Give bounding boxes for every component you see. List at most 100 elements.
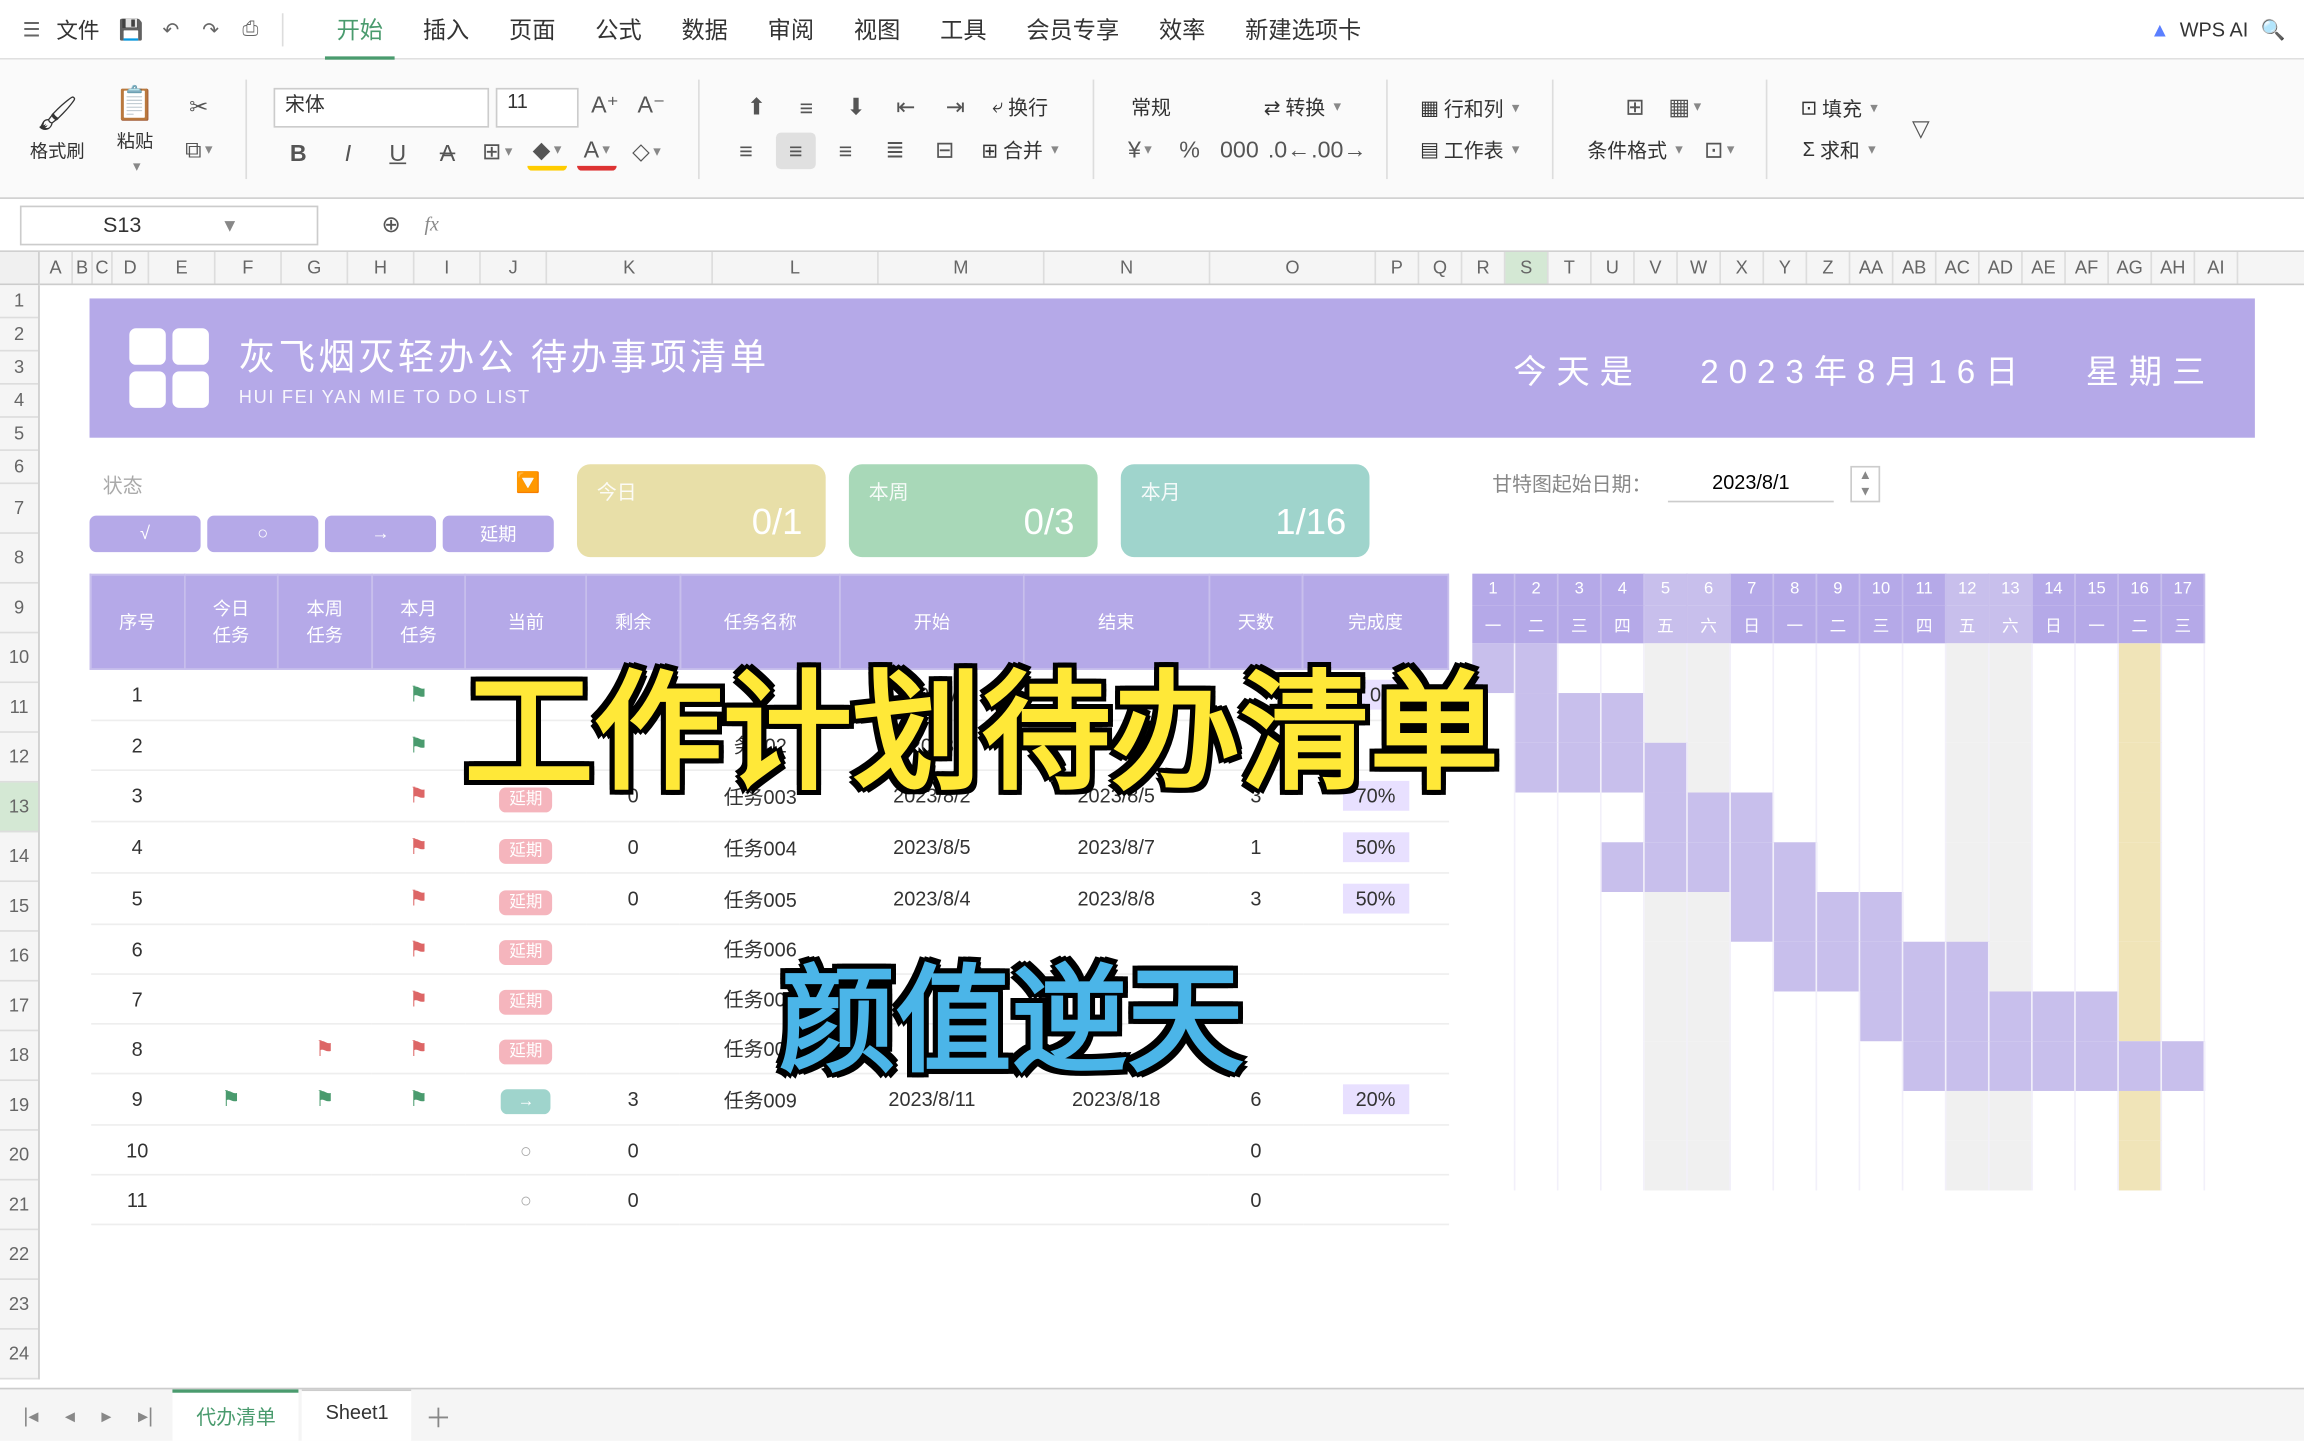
col-header[interactable]: S (1505, 252, 1548, 284)
row-header[interactable]: 11 (0, 683, 38, 733)
table-style-icon[interactable]: ⊞ (1615, 89, 1655, 125)
row-header[interactable]: 2 (0, 318, 38, 351)
row-header[interactable]: 17 (0, 982, 38, 1032)
col-header[interactable]: B (73, 252, 93, 284)
filter-icon[interactable]: ▽ (1901, 110, 1941, 146)
formula-input[interactable] (452, 212, 1447, 237)
row-header[interactable]: 4 (0, 385, 38, 418)
tab-页面[interactable]: 页面 (489, 0, 575, 59)
row-header[interactable]: 20 (0, 1131, 38, 1181)
tab-数据[interactable]: 数据 (662, 0, 748, 59)
justify-icon[interactable]: ≣ (875, 132, 915, 168)
row-header[interactable]: 1 (0, 285, 38, 318)
filter-icon[interactable]: 🔽 (516, 471, 541, 499)
col-header[interactable]: F (216, 252, 282, 284)
font-size-select[interactable]: 11 (496, 87, 579, 127)
tab-开始[interactable]: 开始 (317, 0, 403, 59)
tab-公式[interactable]: 公式 (575, 0, 661, 59)
format-icon[interactable]: ⊡ (1699, 132, 1739, 168)
col-header[interactable]: R (1462, 252, 1505, 284)
tab-审阅[interactable]: 审阅 (748, 0, 834, 59)
col-header[interactable]: AD (1980, 252, 2023, 284)
select-all-corner[interactable] (0, 252, 40, 285)
row-header[interactable]: 9 (0, 584, 38, 634)
col-header[interactable]: N (1045, 252, 1211, 284)
row-header[interactable]: 8 (0, 534, 38, 584)
align-bottom-icon[interactable]: ⬇ (836, 89, 876, 125)
col-header[interactable]: AC (1937, 252, 1980, 284)
sheet-nav-last[interactable]: ▸| (131, 1403, 159, 1426)
search-icon[interactable]: 🔍 (2258, 14, 2288, 44)
row-header[interactable]: 7 (0, 484, 38, 534)
col-header[interactable]: U (1592, 252, 1635, 284)
row-header[interactable]: 14 (0, 832, 38, 882)
indent-dec-icon[interactable]: ⇤ (886, 89, 926, 125)
decimal-dec-icon[interactable]: .0← (1269, 131, 1309, 167)
tab-会员专享[interactable]: 会员专享 (1006, 0, 1139, 59)
col-header[interactable]: D (113, 252, 149, 284)
sheet-tab[interactable]: 代办清单 (173, 1389, 299, 1440)
col-header[interactable]: Y (1764, 252, 1807, 284)
col-header[interactable]: I (415, 252, 481, 284)
task-row[interactable]: 8⚑⚑延期任务008 (90, 1024, 1448, 1074)
italic-icon[interactable]: I (328, 133, 368, 169)
task-row[interactable]: 5⚑延期0任务0052023/8/42023/8/8350% (90, 873, 1448, 924)
col-header[interactable]: K (547, 252, 713, 284)
col-header[interactable]: V (1635, 252, 1678, 284)
col-header[interactable]: M (879, 252, 1045, 284)
row-header[interactable]: 18 (0, 1031, 38, 1081)
wps-ai[interactable]: ▲ WPS AI 🔍 (2150, 14, 2288, 44)
align-left-icon[interactable]: ≡ (726, 132, 766, 168)
row-header[interactable]: 5 (0, 418, 38, 451)
indent-inc-icon[interactable]: ⇥ (936, 89, 976, 125)
row-header[interactable]: 24 (0, 1330, 38, 1380)
redo-icon[interactable]: ↷ (196, 14, 226, 44)
col-header[interactable]: E (149, 252, 215, 284)
cell-style-icon[interactable]: ▦ (1665, 89, 1705, 125)
strike-icon[interactable]: A (428, 133, 468, 169)
font-color-icon[interactable]: A (577, 133, 617, 169)
col-header[interactable]: AI (2195, 252, 2238, 284)
copy-icon[interactable]: ⧉ (179, 132, 219, 168)
row-header[interactable]: 10 (0, 633, 38, 683)
cut-icon[interactable]: ✂ (179, 89, 219, 125)
align-right-icon[interactable]: ≡ (826, 132, 866, 168)
tab-插入[interactable]: 插入 (403, 0, 489, 59)
col-header[interactable]: C (93, 252, 113, 284)
row-header[interactable]: 22 (0, 1230, 38, 1280)
task-row[interactable]: 7⚑延期任务007 (90, 974, 1448, 1024)
cond-fmt-button[interactable]: 条件格式 (1581, 133, 1690, 168)
row-header[interactable]: 6 (0, 451, 38, 484)
row-header[interactable]: 16 (0, 932, 38, 982)
border-icon[interactable]: ⊞ (477, 133, 517, 169)
task-row[interactable]: 1⚑2023/0 (90, 669, 1448, 720)
font-name-select[interactable]: 宋体 (273, 87, 489, 127)
col-header[interactable]: G (282, 252, 348, 284)
tab-效率[interactable]: 效率 (1139, 0, 1225, 59)
align-middle-icon[interactable]: ≡ (786, 89, 826, 125)
row-header[interactable]: 12 (0, 733, 38, 783)
task-row[interactable]: 2⚑务0022023 (90, 720, 1448, 770)
bold-icon[interactable]: B (278, 133, 318, 169)
sheet-nav-first[interactable]: |◂ (17, 1403, 45, 1426)
sheet-nav-next[interactable]: ▸ (95, 1403, 118, 1426)
hamburger-icon[interactable]: ☰ (17, 14, 47, 44)
rowcol-button[interactable]: ▦ 行和列 (1413, 90, 1526, 125)
sheet-nav-prev[interactable]: ◂ (58, 1403, 81, 1426)
col-header[interactable]: J (481, 252, 547, 284)
task-row[interactable]: 9⚑⚑⚑→3任务0092023/8/112023/8/18620% (90, 1074, 1448, 1125)
save-icon[interactable]: 💾 (116, 14, 146, 44)
convert-button[interactable]: ⇄ 转换 (1257, 90, 1348, 125)
align-center-icon[interactable]: ≡ (776, 132, 816, 168)
status-button[interactable]: ○ (207, 516, 318, 552)
row-header[interactable]: 23 (0, 1280, 38, 1330)
file-menu[interactable]: 文件 (56, 13, 99, 45)
col-header[interactable]: O (1210, 252, 1376, 284)
sheet-tab[interactable]: Sheet1 (302, 1389, 412, 1440)
col-header[interactable]: T (1549, 252, 1592, 284)
task-row[interactable]: 4⚑延期0任务0042023/8/52023/8/7150% (90, 822, 1448, 873)
currency-icon[interactable]: ¥ (1120, 131, 1160, 167)
col-header[interactable]: L (713, 252, 879, 284)
row-header[interactable]: 3 (0, 351, 38, 384)
sum-button[interactable]: Σ 求和 (1796, 132, 1882, 167)
